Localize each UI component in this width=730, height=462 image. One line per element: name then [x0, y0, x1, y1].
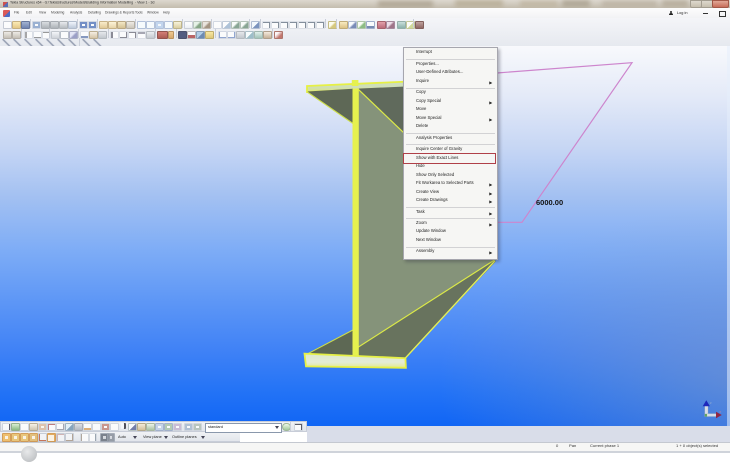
- svg-text:z: z: [710, 400, 712, 405]
- svg-text:6000.00: 6000.00: [536, 198, 563, 207]
- svg-text:x: x: [719, 409, 721, 414]
